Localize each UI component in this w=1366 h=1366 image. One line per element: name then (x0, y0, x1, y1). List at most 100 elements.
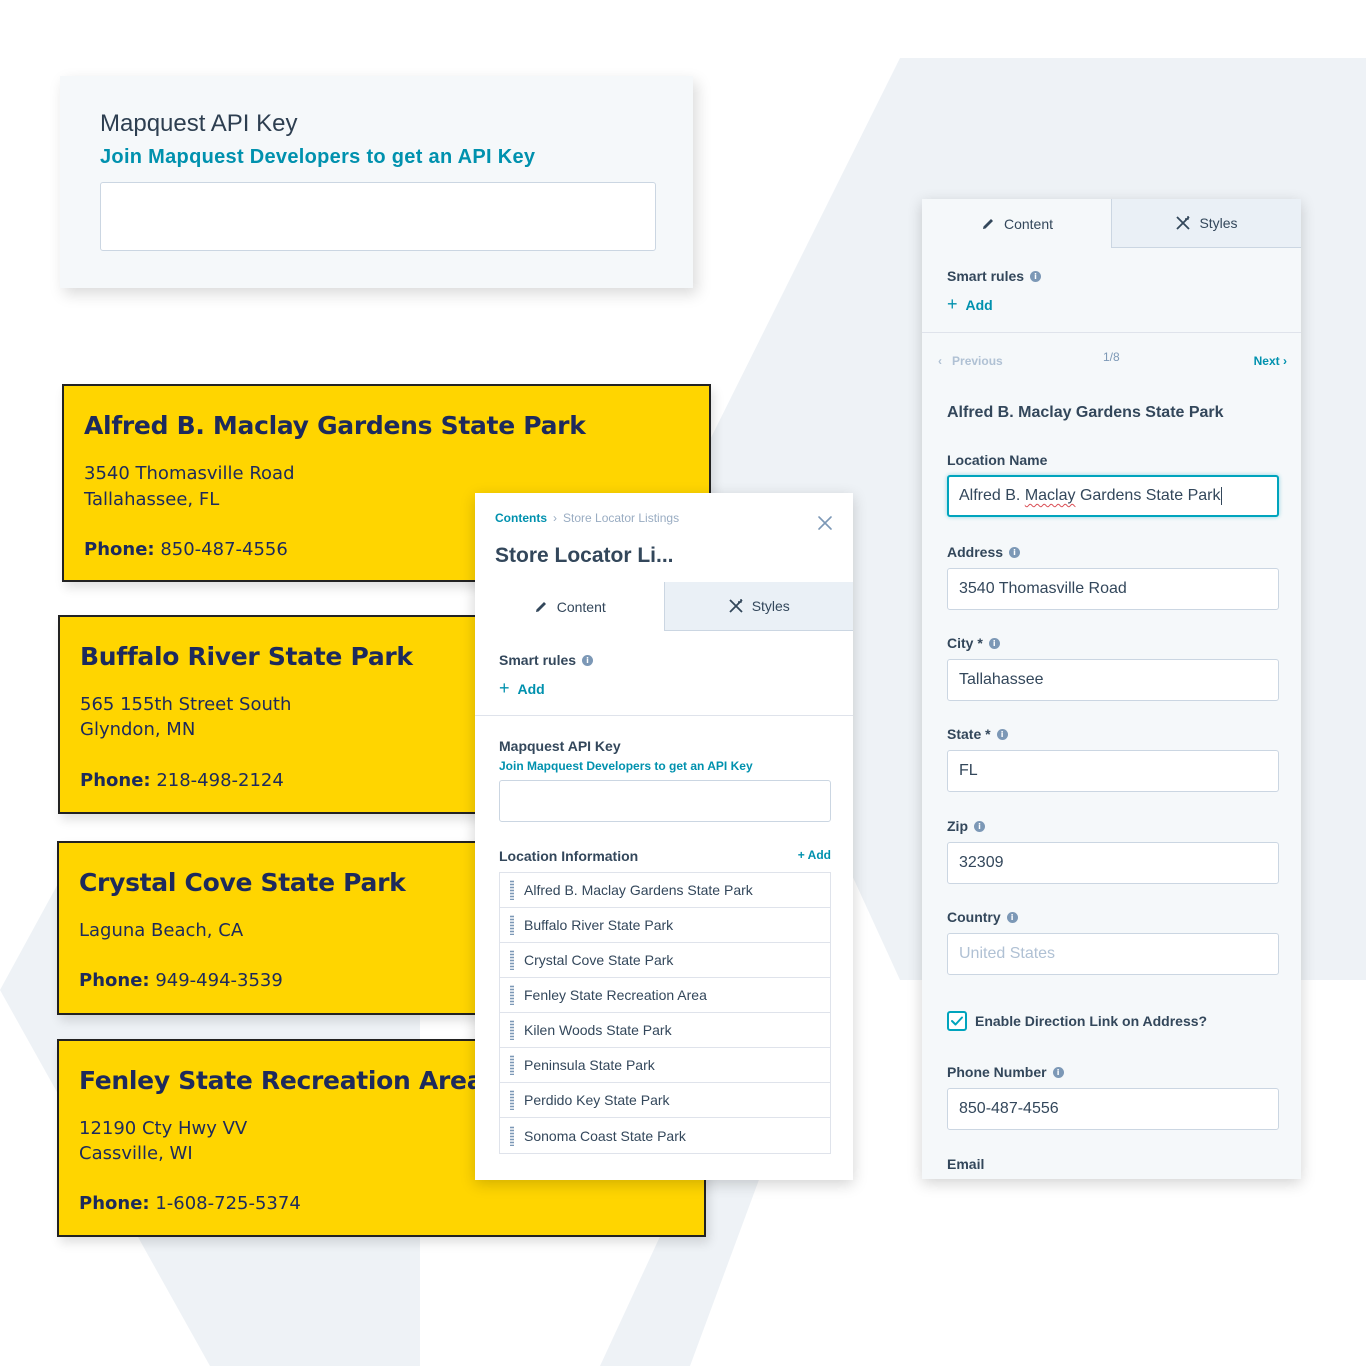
list-item-label: Alfred B. Maclay Gardens State Park (524, 882, 753, 898)
info-icon[interactable]: i (996, 728, 1008, 740)
tab-styles[interactable]: Styles (1111, 199, 1301, 248)
zip-input[interactable]: 32309 (947, 842, 1279, 884)
tab-content[interactable]: Content (922, 199, 1111, 248)
phone-label: Phone: (79, 1193, 150, 1214)
api-key-link[interactable]: Join Mapquest Developers to get an API K… (100, 146, 535, 169)
list-item[interactable]: Peninsula State Park (500, 1048, 830, 1083)
chevron-right-icon: › (553, 511, 557, 525)
previous-label: Previous (952, 354, 1003, 368)
grip-icon[interactable] (510, 1020, 514, 1040)
email-label-text: Email (947, 1156, 985, 1172)
tab-styles[interactable]: Styles (663, 582, 853, 631)
next-label: Next (1253, 354, 1280, 368)
grip-icon[interactable] (510, 985, 514, 1005)
location-name-value-a: Alfred B. (959, 487, 1025, 504)
phone-input[interactable]: 850-487-4556 (947, 1088, 1279, 1130)
location-list: Alfred B. Maclay Gardens State Park Buff… (499, 872, 831, 1154)
grip-icon[interactable] (510, 1125, 514, 1146)
list-item[interactable]: Fenley State Recreation Area (500, 978, 830, 1013)
grip-icon[interactable] (510, 1055, 514, 1075)
list-item-label: Kilen Woods State Park (524, 1022, 672, 1038)
location-name-value-c: Gardens State Park (1075, 487, 1221, 504)
api-key-input[interactable] (100, 182, 656, 251)
info-icon[interactable]: i (1009, 546, 1021, 558)
location-editor-panel: Content Styles Smart rules i + Add ‹ Pre… (922, 199, 1301, 1179)
add-label: Add (965, 296, 993, 313)
list-item[interactable]: Sonoma Coast State Park (500, 1118, 830, 1153)
location-info-add-button[interactable]: + Add (798, 848, 831, 862)
phone-label: Phone: (79, 970, 150, 991)
checkmark-icon (951, 1016, 963, 1026)
list-item-label: Sonoma Coast State Park (524, 1127, 686, 1144)
info-icon[interactable]: i (582, 654, 594, 666)
list-item[interactable]: Crystal Cove State Park (500, 943, 830, 978)
tab-bar: Content Styles (922, 199, 1301, 248)
address-input[interactable]: 3540 Thomasville Road (947, 568, 1279, 610)
location-info-label: Location Information (499, 848, 639, 864)
info-icon[interactable]: i (1052, 1066, 1064, 1078)
location-card-address: 565 155th Street South (80, 694, 292, 715)
previous-button[interactable]: ‹ Previous (938, 354, 1003, 368)
api-key-input[interactable] (499, 780, 831, 822)
panel-title: Store Locator Li... (495, 544, 674, 567)
location-card-phone: Phone: 850-487-4556 (84, 539, 288, 560)
state-input[interactable]: FL (947, 750, 1279, 792)
styles-icon (729, 599, 743, 613)
list-item[interactable]: Alfred B. Maclay Gardens State Park (500, 873, 830, 908)
store-locator-panel: Contents › Store Locator Listings Store Lo… (475, 493, 853, 1180)
grip-icon[interactable] (510, 1090, 514, 1110)
breadcrumb-contents[interactable]: Contents (495, 511, 547, 525)
location-card-name: Buffalo River State Park (80, 642, 413, 671)
location-card-name: Alfred B. Maclay Gardens State Park (84, 411, 586, 440)
location-card-city: Cassville, WI (79, 1143, 193, 1164)
city-input[interactable]: Tallahassee (947, 659, 1279, 701)
list-item[interactable]: Perdido Key State Park (500, 1083, 830, 1118)
api-key-title: Mapquest API Key (100, 110, 298, 137)
direction-link-checkbox[interactable] (947, 1011, 967, 1031)
phone-label-text: Phone Number (947, 1064, 1047, 1080)
location-name-input[interactable]: Alfred B. Maclay Gardens State Park (947, 475, 1279, 517)
api-key-card: Mapquest API Key Join Mapquest Developer… (60, 76, 693, 288)
info-icon[interactable]: i (1006, 911, 1018, 923)
close-icon[interactable] (817, 515, 833, 531)
list-item[interactable]: Kilen Woods State Park (500, 1013, 830, 1048)
direction-link-label: Enable Direction Link on Address? (975, 1013, 1208, 1029)
smart-rules-add-button[interactable]: + Add (947, 294, 993, 315)
grip-icon[interactable] (510, 950, 514, 970)
pager-count: 1/8 (1103, 350, 1120, 364)
list-item-label: Peninsula State Park (524, 1057, 655, 1073)
tab-content[interactable]: Content (475, 582, 664, 631)
location-card-name: Crystal Cove State Park (79, 868, 406, 897)
breadcrumb-current: Store Locator Listings (563, 511, 680, 525)
location-name-value-b: Maclay (1024, 487, 1076, 504)
info-icon[interactable]: i (974, 820, 985, 832)
location-card-phone: Phone: 218-498-2124 (80, 770, 284, 791)
location-name-label-text: Location Name (947, 452, 1048, 468)
location-name-label: Location Name (947, 452, 1047, 468)
smart-rules-add-button[interactable]: + Add (499, 678, 545, 699)
styles-icon (1176, 216, 1191, 230)
pencil-icon (535, 601, 546, 612)
location-card-phone: Phone: 949-494-3539 (79, 970, 283, 991)
plus-icon: + (947, 294, 958, 314)
state-label: State * i (947, 726, 1008, 742)
grip-icon[interactable] (510, 880, 514, 900)
country-input[interactable]: United States (947, 933, 1279, 975)
info-icon[interactable]: i (988, 637, 1000, 649)
api-key-link[interactable]: Join Mapquest Developers to get an API K… (499, 759, 753, 773)
grip-icon[interactable] (510, 915, 514, 935)
list-item-label: Buffalo River State Park (524, 917, 674, 933)
api-key-label: Mapquest API Key (499, 738, 621, 754)
smart-rules-label: Smart rules i (499, 652, 594, 668)
country-label-text: Country (947, 909, 1001, 925)
divider (475, 715, 853, 716)
next-button[interactable]: Next › (1254, 354, 1287, 368)
add-label: Add (517, 680, 545, 697)
info-icon[interactable]: i (1030, 270, 1042, 282)
phone-value: 949-494-3539 (155, 970, 283, 991)
location-card-city: Tallahassee, FL (84, 489, 220, 510)
list-item-label: Crystal Cove State Park (524, 952, 674, 968)
list-item[interactable]: Buffalo River State Park (500, 908, 830, 943)
location-card-address: Laguna Beach, CA (79, 920, 244, 941)
breadcrumb: Contents › Store Locator Listings (495, 511, 679, 525)
